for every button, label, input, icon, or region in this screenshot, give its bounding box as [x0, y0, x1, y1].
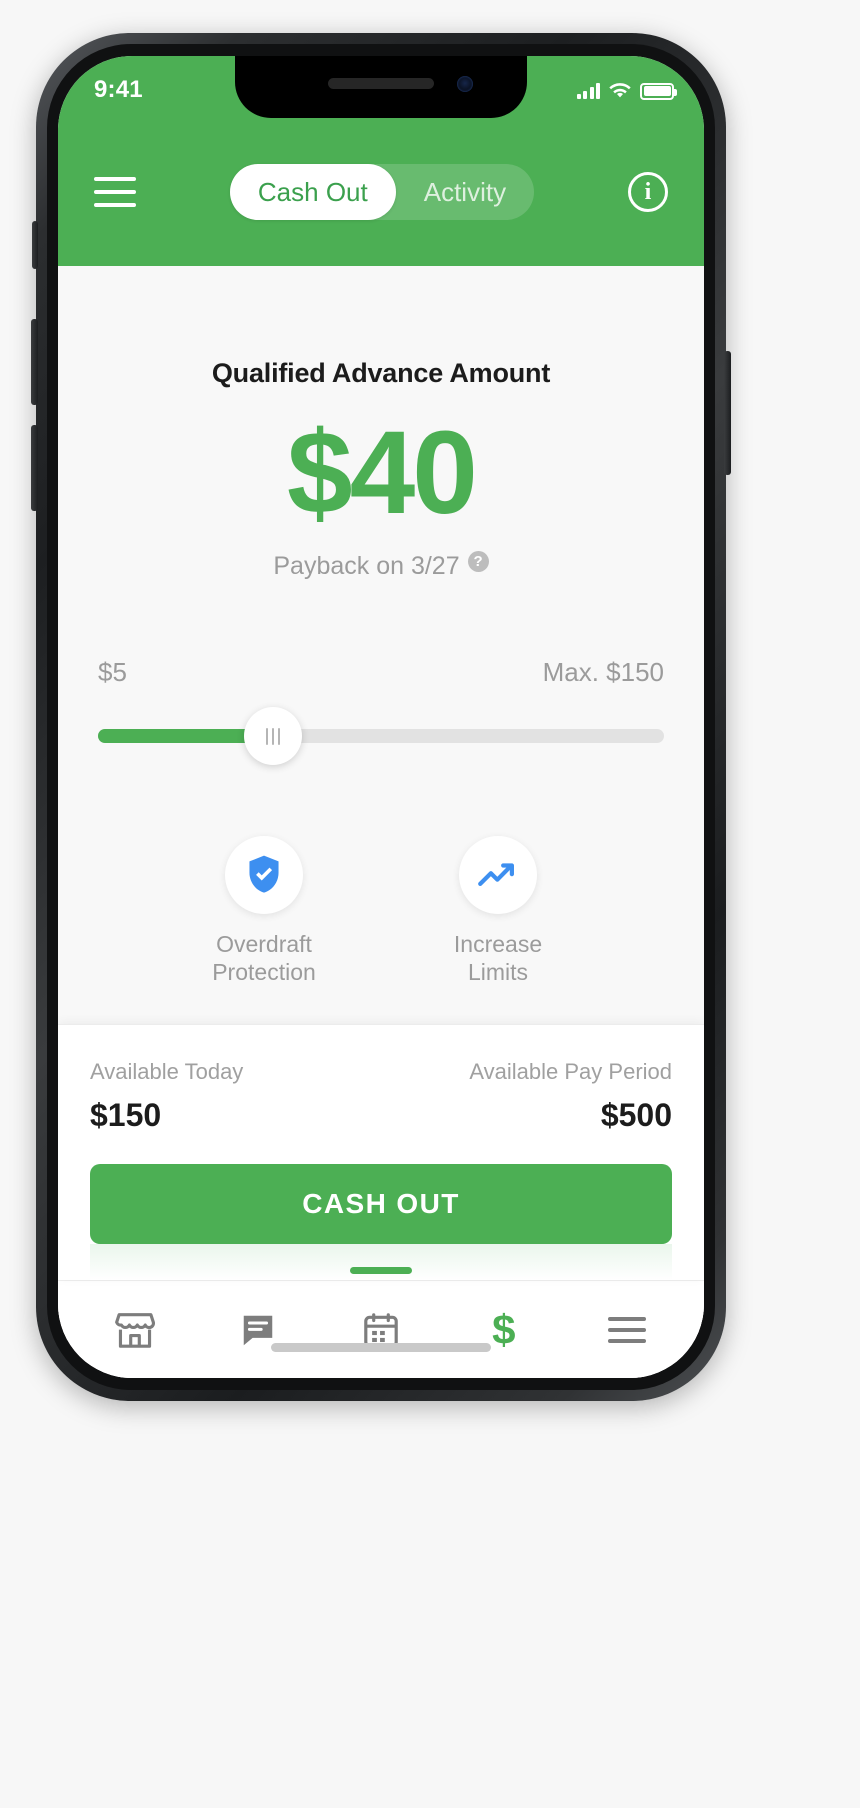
tab-activity[interactable]: Activity — [396, 164, 534, 220]
list-menu-icon — [607, 1316, 646, 1343]
quick-action-label: Increase Limits — [424, 930, 572, 986]
quick-action-increase-limits[interactable]: Increase Limits — [424, 836, 572, 986]
sheet-handle[interactable] — [350, 1267, 412, 1274]
amount-slider-section: $5 Max. $150 — [58, 657, 704, 766]
available-pay-period-value: $500 — [600, 1097, 672, 1133]
volume-up-button[interactable] — [31, 319, 38, 405]
cash-out-button[interactable]: CASH OUT — [90, 1164, 672, 1244]
slider-max-label: Max. $150 — [542, 657, 664, 688]
payback-text: Payback on 3/27 — [273, 552, 460, 581]
device-bezel: 9:41 Cash Out Activity i Qualified Advan… — [47, 44, 715, 1390]
phone-device-frame: 9:41 Cash Out Activity i Qualified Advan… — [31, 33, 731, 1401]
app-header: Cash Out Activity i — [58, 118, 704, 266]
home-indicator[interactable] — [271, 1343, 491, 1352]
available-today-label: Available Today — [90, 1059, 244, 1084]
balance-row: Available Today $150 Available Pay Perio… — [90, 1059, 672, 1134]
tab-more[interactable] — [585, 1300, 669, 1360]
quick-action-icon-circle — [459, 836, 537, 915]
hamburger-menu-icon[interactable] — [94, 177, 136, 207]
payback-row: Payback on 3/27 ? — [58, 551, 704, 581]
quick-actions: Overdraft Protection Increase Limits — [58, 836, 704, 986]
quick-action-label-line1: Overdraft — [216, 931, 312, 958]
power-button[interactable] — [724, 351, 731, 475]
balance-card: Available Today $150 Available Pay Perio… — [58, 1024, 704, 1280]
quick-action-overdraft-protection[interactable]: Overdraft Protection — [190, 836, 338, 986]
advance-section: Qualified Advance Amount $40 Payback on … — [58, 266, 704, 581]
advance-title: Qualified Advance Amount — [211, 358, 551, 388]
available-pay-period-label: Available Pay Period — [469, 1059, 672, 1084]
quick-action-label-line1: Increase — [453, 931, 543, 958]
slider-labels: $5 Max. $150 — [98, 657, 664, 688]
shield-check-icon — [249, 855, 279, 893]
quick-action-label-line2: Protection — [212, 959, 316, 986]
store-icon — [115, 1312, 156, 1348]
trending-up-icon — [478, 863, 514, 887]
status-bar-icons — [576, 82, 677, 100]
dollar-icon: $ — [492, 1305, 516, 1353]
cellular-signal-icon — [576, 83, 600, 99]
tab-store[interactable] — [93, 1300, 177, 1360]
segmented-control: Cash Out Activity — [229, 164, 535, 220]
chat-icon — [243, 1315, 273, 1345]
tab-cash-out[interactable]: Cash Out — [229, 164, 396, 220]
info-icon[interactable]: i — [627, 172, 668, 212]
slider-min-label: $5 — [98, 657, 127, 688]
quick-action-label: Overdraft Protection — [190, 930, 338, 986]
available-pay-period-block: Available Pay Period $500 — [469, 1059, 672, 1134]
quick-action-icon-circle — [225, 836, 303, 915]
help-icon[interactable]: ? — [467, 551, 489, 573]
card-fade-divider — [90, 1244, 672, 1280]
wifi-icon — [609, 83, 631, 98]
available-today-value: $150 — [90, 1097, 162, 1133]
slider-thumb[interactable] — [244, 707, 303, 766]
bottom-tab-bar: $ — [58, 1280, 704, 1378]
volume-down-button[interactable] — [31, 425, 38, 511]
phone-screen: 9:41 Cash Out Activity i Qualified Advan… — [58, 56, 704, 1378]
battery-icon — [640, 82, 677, 100]
silent-switch-button[interactable] — [32, 221, 38, 269]
advance-amount: $40 — [287, 407, 478, 539]
front-camera-icon — [457, 76, 473, 92]
earpiece-speaker-icon — [328, 78, 434, 89]
quick-action-label-line2: Limits — [467, 959, 529, 986]
device-notch — [235, 56, 527, 118]
available-today-block: Available Today $150 — [90, 1059, 243, 1134]
status-bar-time: 9:41 — [94, 76, 143, 103]
amount-slider[interactable] — [98, 707, 664, 766]
main-content: Qualified Advance Amount $40 Payback on … — [58, 266, 704, 1378]
